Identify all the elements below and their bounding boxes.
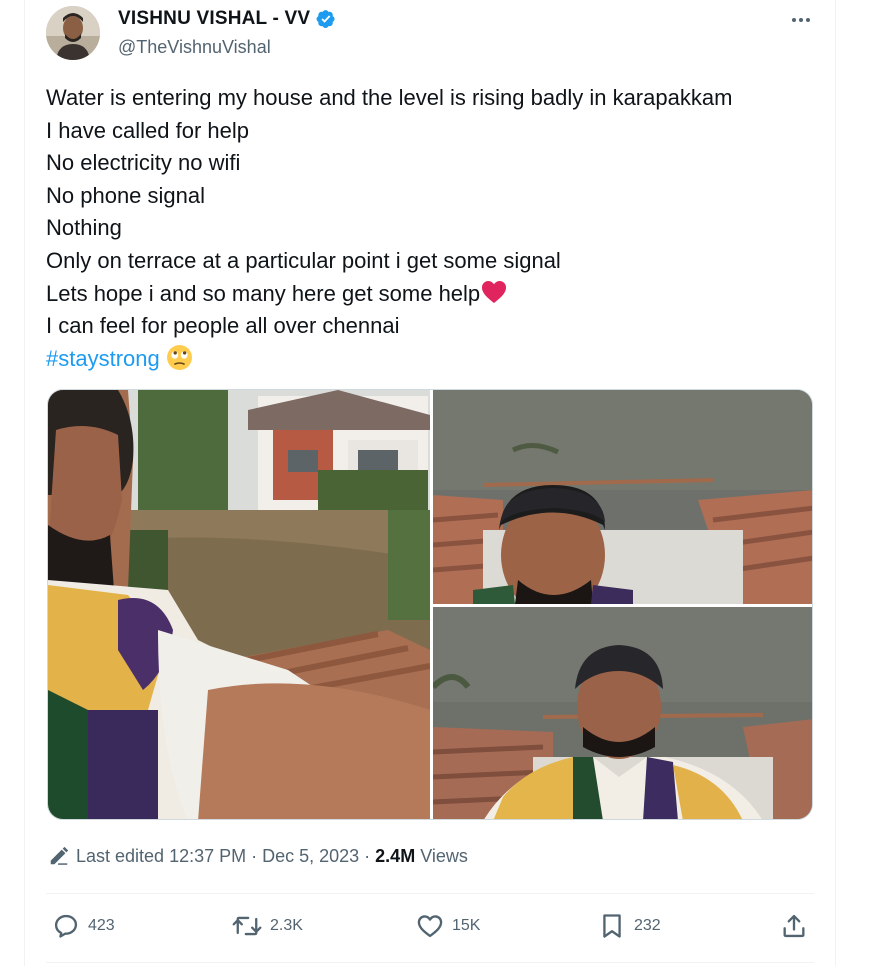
media-image-flooded-street[interactable] [48,390,430,819]
tweet-line-with-heart: Lets hope i and so many here get some he… [46,278,806,311]
more-dot-icon [799,18,803,22]
tweet-text: Water is entering my house and the level… [46,82,806,375]
bookmark-count: 232 [634,917,661,934]
hashtag-link[interactable]: #staystrong [46,346,160,371]
edited-timestamp[interactable]: Last edited 12:37 PM · Dec 5, 2023 · [76,846,370,867]
tweet-line: No electricity no wifi [46,150,241,176]
tweet-line: I have called for help [46,117,250,143]
author-name-row[interactable]: VISHNU VISHAL - VV [118,8,336,30]
media-image-rooftop-top[interactable] [433,390,812,604]
tweet-line: I can feel for people all over chennai [46,313,400,339]
reply-count: 423 [88,917,115,934]
verified-badge-icon [316,10,335,29]
reply-icon [54,914,78,938]
bookmark-button[interactable]: 232 [598,905,661,947]
like-heart-icon [417,915,443,938]
tweet-line: Water is entering my house and the level… [46,85,733,110]
tweet-meta: Last edited 12:37 PM · Dec 5, 2023 · 2.4… [48,845,468,867]
heart-emoji-icon [482,280,507,303]
divider [46,893,814,894]
divider [46,962,814,963]
more-dot-icon [806,18,810,22]
tweet-line-with-hashtag: #staystrong [46,343,806,376]
rolling-eyes-emoji-icon [166,344,192,370]
share-button[interactable] [780,905,808,947]
tweet-line: Only on terrace at a particular point i … [46,247,561,273]
more-dot-icon [792,18,796,22]
like-count: 15K [452,917,481,934]
avatar-image [46,6,100,60]
repost-icon [232,916,262,936]
views-label: Views [420,845,468,866]
tweet-line: Lets hope i and so many here get some he… [46,280,481,306]
media-image-rooftop-bottom[interactable] [433,607,812,819]
bookmark-icon [603,914,621,938]
like-button[interactable]: 15K [416,905,480,947]
repost-button[interactable]: 2.3K [232,905,303,947]
reply-button[interactable]: 423 [52,905,115,947]
author-handle[interactable]: @TheVishnuVishal [118,37,271,58]
views-count: 2.4M [375,845,416,866]
more-options-button[interactable] [788,10,814,30]
action-bar: 423 2.3K 15K 232 [46,905,814,947]
repost-count: 2.3K [270,917,303,934]
edit-pencil-icon [50,846,69,865]
tweet-line: Nothing [46,215,122,241]
share-icon [783,914,805,938]
author-display-name[interactable]: VISHNU VISHAL - VV [118,8,310,30]
tweet-line: No phone signal [46,182,206,208]
media-grid [47,389,813,820]
avatar[interactable] [46,6,100,60]
